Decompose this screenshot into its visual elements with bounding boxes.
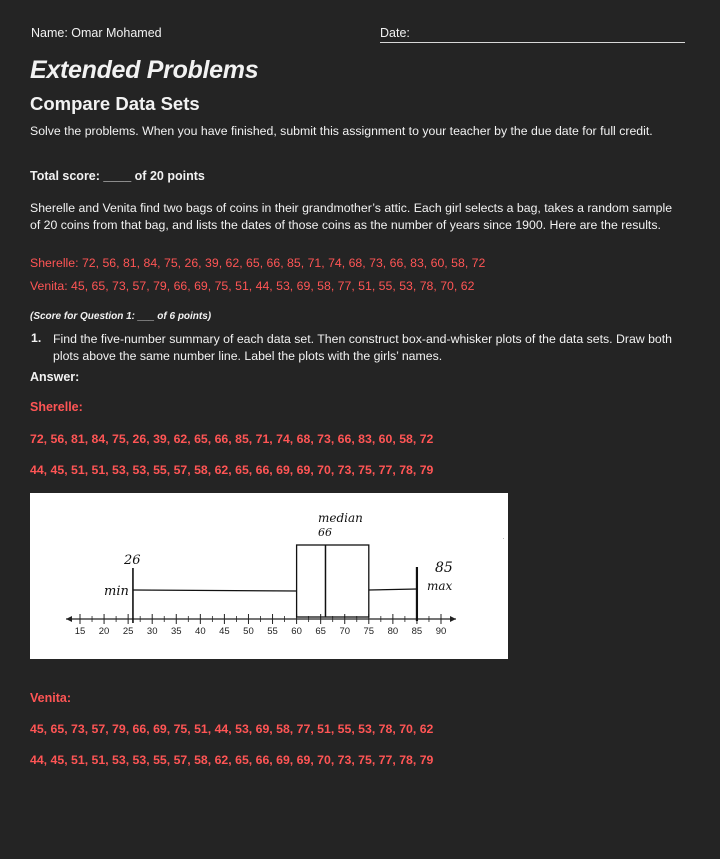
stray-dot <box>503 538 504 539</box>
question-score: (Score for Question 1: ___ of 6 points) <box>30 311 212 322</box>
number-line-left-arrow <box>66 616 72 622</box>
left-whisker <box>132 589 297 592</box>
instructions: Solve the problems. When you have finish… <box>30 124 653 138</box>
sherelle-data-list: Sherelle: 72, 56, 81, 84, 75, 26, 39, 62… <box>30 256 486 270</box>
right-whisker <box>368 588 417 591</box>
sherelle-answer-data[interactable]: 72, 56, 81, 84, 75, 26, 39, 62, 65, 66, … <box>30 432 433 446</box>
min-value-annotation: 26 <box>123 553 141 568</box>
axis-tick-label: 65 <box>315 626 326 637</box>
axis-tick-label: 20 <box>99 626 110 637</box>
axis-tick-label: 15 <box>75 626 86 637</box>
axis-tick-label: 30 <box>147 626 158 637</box>
axis-tick-label: 80 <box>388 626 399 637</box>
axis-tick-label: 25 <box>123 626 134 637</box>
axis-tick-label: 90 <box>436 626 447 637</box>
axis-tick-label: 50 <box>243 626 254 637</box>
answer-label: Answer: <box>30 370 80 384</box>
problem-text: Sherelle and Venita find two bags of coi… <box>30 201 673 232</box>
axis-tick-label: 55 <box>267 626 278 637</box>
box-q1-q3 <box>295 544 370 618</box>
date-field-line[interactable] <box>380 42 685 43</box>
axis-tick-label: 60 <box>291 626 302 637</box>
axis-tick-label: 40 <box>195 626 206 637</box>
date-label: Date: <box>380 26 410 40</box>
min-word-annotation: min <box>104 584 129 599</box>
box-plot-image: 15 20 25 30 35 40 45 50 55 60 65 70 75 80 85 90 median … <box>30 493 508 659</box>
total-score: Total score: ____ of 20 points <box>30 169 205 183</box>
axis-tick-label: 45 <box>219 626 230 637</box>
sherelle-answer-sorted[interactable]: 44, 45, 51, 51, 53, 53, 55, 57, 58, 62, … <box>30 463 433 477</box>
max-value-annotation: 85 <box>435 560 453 576</box>
question-text: Find the five-number summary of each dat… <box>53 332 673 363</box>
max-word-annotation: max <box>427 579 453 593</box>
student-name: Name: Omar Mohamed <box>31 26 162 40</box>
venita-answer-sorted[interactable]: 44, 45, 51, 51, 53, 53, 55, 57, 58, 62, … <box>30 753 433 767</box>
box-plot-svg: 15 20 25 30 35 40 45 50 55 60 65 70 75 80 85 90 median … <box>66 511 456 637</box>
median-word-annotation: median <box>318 511 363 525</box>
section-title: Compare Data Sets <box>30 93 200 114</box>
median-value-annotation: 66 <box>318 526 332 539</box>
venita-answer-data[interactable]: 45, 65, 73, 57, 79, 66, 69, 75, 51, 44, … <box>30 722 433 736</box>
number-line-right-arrow <box>450 616 456 622</box>
page-title: Extended Problems <box>30 56 259 84</box>
venita-answer-label: Venita: <box>30 691 71 705</box>
venita-data-list: Venita: 45, 65, 73, 57, 79, 66, 69, 75, … <box>30 279 475 293</box>
sherelle-answer-label: Sherelle: <box>30 400 83 414</box>
question-number: 1. <box>31 331 42 345</box>
axis-tick-label: 75 <box>364 626 375 637</box>
axis-tick-label: 70 <box>339 626 350 637</box>
axis-tick-label: 85 <box>412 626 423 637</box>
axis-tick-label: 35 <box>171 626 182 637</box>
